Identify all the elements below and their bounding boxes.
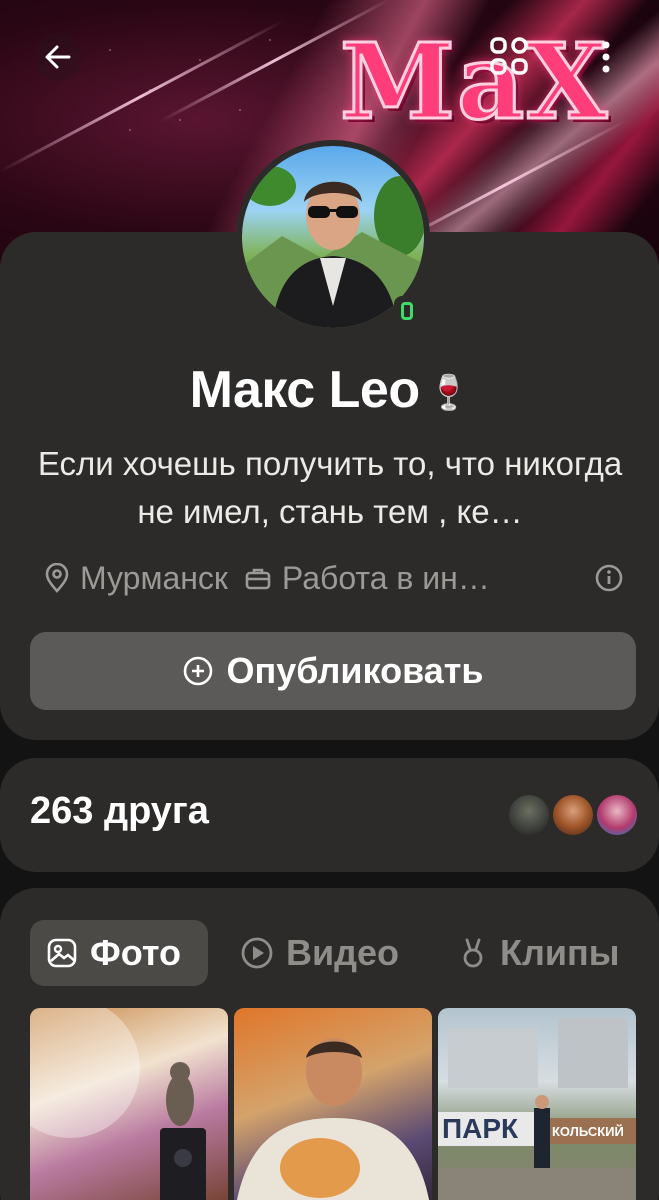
friend-avatar xyxy=(550,792,596,838)
svg-text:ПАРК: ПАРК xyxy=(442,1113,519,1144)
more-vertical-icon xyxy=(602,41,610,73)
online-indicator xyxy=(394,296,420,326)
friend-avatar xyxy=(506,792,552,838)
friend-avatar xyxy=(594,792,640,838)
cover-stars xyxy=(90,20,290,140)
profile-name: Макс Leo 🍷 xyxy=(0,360,659,420)
svg-text:КОЛЬСКИЙ: КОЛЬСКИЙ xyxy=(552,1124,624,1139)
arrow-left-icon xyxy=(45,45,71,69)
photo-man-cat xyxy=(237,1038,430,1200)
profile-meta[interactable]: Мурманск Работа в ин… xyxy=(44,556,634,600)
more-button[interactable] xyxy=(586,33,626,81)
profile-bio[interactable]: Если хочешь получить то, что никогда не … xyxy=(24,440,636,536)
location-pin-icon xyxy=(44,563,70,593)
tab-clips[interactable]: Клипы xyxy=(458,920,619,986)
info-icon[interactable] xyxy=(594,563,624,593)
media-tabs: Фото Видео Клипы xyxy=(30,920,640,986)
play-circle-icon xyxy=(240,936,274,970)
tab-clips-label: Клипы xyxy=(500,932,620,973)
photo-thumbnail[interactable] xyxy=(30,1008,228,1200)
tab-video-label: Видео xyxy=(286,932,399,973)
publish-label: Опубликовать xyxy=(226,650,484,691)
plus-circle-icon xyxy=(182,655,214,687)
friend-avatars[interactable] xyxy=(506,792,640,838)
clips-icon xyxy=(458,937,488,969)
work-text: Работа в ин… xyxy=(281,559,490,596)
apps-button[interactable] xyxy=(486,33,534,81)
cover-logo: MaX xyxy=(338,20,610,143)
photo-thumbnail[interactable]: ПАРК КОЛЬСКИЙ xyxy=(438,1008,636,1200)
photo-thumbnail[interactable] xyxy=(234,1008,432,1200)
back-button[interactable] xyxy=(34,33,82,81)
location-text: Мурманск xyxy=(80,559,228,596)
photo-cat-speaker xyxy=(30,1008,206,1200)
tab-video[interactable]: Видео xyxy=(240,920,399,986)
photo-grid: ПАРК КОЛЬСКИЙ xyxy=(30,1008,636,1200)
profile-name-text: Макс Leo xyxy=(189,361,421,419)
apps-grid-icon xyxy=(490,37,528,75)
image-icon xyxy=(46,937,78,969)
tab-photo[interactable]: Фото xyxy=(30,920,208,986)
friends-count[interactable]: 263 друга xyxy=(30,790,209,833)
publish-button[interactable]: Опубликовать xyxy=(30,632,636,710)
wine-glass-icon: 🍷 xyxy=(427,374,470,413)
briefcase-icon xyxy=(244,565,272,591)
photo-park-sign: ПАРК КОЛЬСКИЙ xyxy=(438,1018,636,1200)
tab-photo-label: Фото xyxy=(90,932,181,973)
phone-online-icon xyxy=(401,302,413,320)
